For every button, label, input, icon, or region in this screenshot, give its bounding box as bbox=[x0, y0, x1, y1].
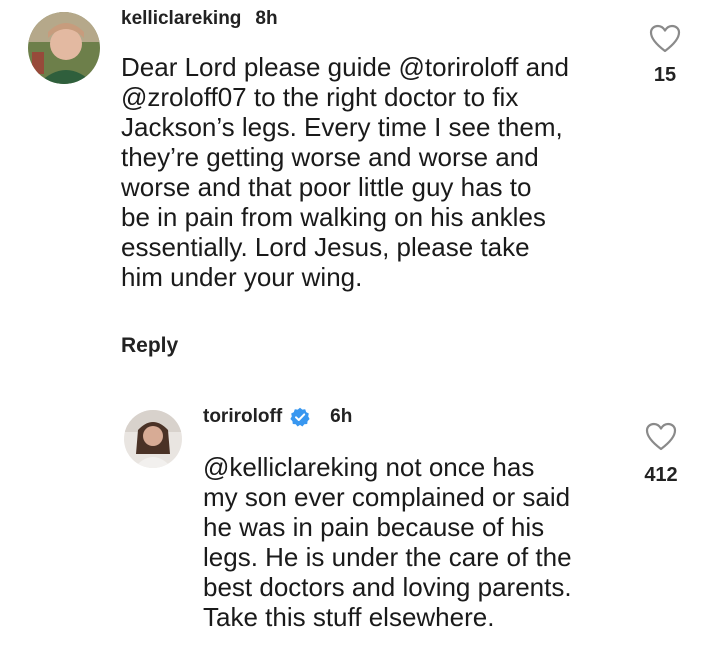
comment-line: @kelliclareking not once has bbox=[203, 452, 535, 482]
comment-toriroloff: toriroloff 6h @kelliclareking not once h… bbox=[0, 390, 720, 650]
comment-line: him under your wing. bbox=[121, 262, 363, 292]
comment-line: essentially. Lord Jesus, please take bbox=[121, 232, 530, 262]
username[interactable]: toriroloff bbox=[203, 406, 282, 428]
avatar[interactable] bbox=[28, 12, 100, 84]
comment-line: Take this stuff elsewhere. bbox=[203, 602, 495, 632]
verified-badge-icon bbox=[290, 407, 310, 427]
comment-line: be in pain from walking on his ankles bbox=[121, 202, 546, 232]
comment-line: legs. He is under the care of the bbox=[203, 542, 572, 572]
reply-button[interactable]: Reply bbox=[121, 334, 178, 358]
timestamp: 8h bbox=[255, 8, 278, 29]
timestamp: 6h bbox=[330, 406, 353, 427]
like-count: 412 bbox=[644, 464, 678, 486]
comment-thread: kelliclareking 8h Dear Lord please guide… bbox=[0, 0, 720, 650]
comment-line: @zroloff07 to the right doctor to fix bbox=[121, 82, 519, 112]
comment-line: Jackson’s legs. Every time I see them, bbox=[121, 112, 563, 142]
comment-header: toriroloff 6h bbox=[203, 406, 352, 428]
comment-line: my son ever complained or said bbox=[203, 482, 571, 512]
heart-outline-icon[interactable] bbox=[649, 24, 681, 54]
comment-header: kelliclareking 8h bbox=[121, 8, 278, 30]
comment-line: worse and that poor little guy has to bbox=[121, 172, 532, 202]
comment-text: @kelliclareking not once has my son ever… bbox=[203, 452, 572, 632]
comment-line: Dear Lord please guide @toriroloff and bbox=[121, 52, 569, 82]
comment-line: best doctors and loving parents. bbox=[203, 572, 572, 602]
comment-line: they’re getting worse and worse and bbox=[121, 142, 539, 172]
comment-line: he was in pain because of his bbox=[203, 512, 545, 542]
comment-text: Dear Lord please guide @toriroloff and @… bbox=[121, 52, 569, 292]
heart-outline-icon[interactable] bbox=[645, 422, 677, 452]
avatar[interactable] bbox=[124, 410, 182, 468]
username[interactable]: kelliclareking bbox=[121, 8, 241, 30]
comment-kelliclareking: kelliclareking 8h Dear Lord please guide… bbox=[0, 0, 720, 370]
like-count: 15 bbox=[653, 64, 677, 86]
